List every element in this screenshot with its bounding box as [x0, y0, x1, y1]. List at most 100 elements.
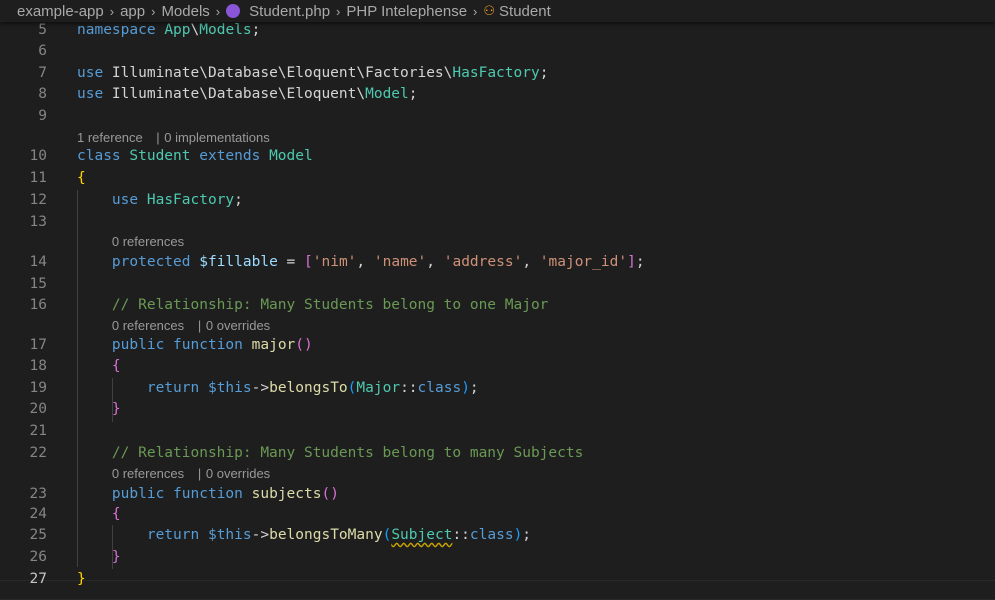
- code-line[interactable]: 11 {: [0, 168, 995, 189]
- code-token: ]: [627, 254, 636, 270]
- code-token: use: [77, 86, 104, 102]
- code-token: Model: [365, 86, 409, 102]
- code-lens-link[interactable]: 0 overrides: [206, 316, 270, 336]
- php-elephant-icon: [226, 4, 241, 18]
- chevron-right-icon: ›: [215, 3, 221, 19]
- code-token: 'major_id': [539, 254, 628, 270]
- breadcrumb-item-project[interactable]: example-app: [17, 3, 104, 20]
- code-token: $this: [207, 380, 252, 396]
- line-number: 21: [29, 423, 47, 439]
- line-number: 9: [38, 108, 47, 124]
- code-lens-link[interactable]: 0 references: [112, 464, 184, 484]
- code-line[interactable]: 19 return $this->belongsTo(Major::class)…: [0, 378, 995, 399]
- code-token: }: [77, 571, 86, 587]
- line-number: 18: [29, 358, 47, 374]
- code-lens-link[interactable]: 0 references: [112, 232, 184, 252]
- code-token: protected: [111, 254, 191, 270]
- code-token: subjects: [251, 486, 322, 502]
- code-token: major: [251, 337, 296, 353]
- code-line[interactable]: 10 class Student extends Model: [0, 146, 995, 167]
- code-token: $this: [207, 527, 252, 543]
- code-token: 'name': [373, 254, 427, 270]
- line-number: 17: [29, 337, 47, 353]
- code-line[interactable]: 12 use HasFactory;: [0, 190, 995, 211]
- code-token: public: [111, 337, 165, 353]
- code-line[interactable]: 26 }: [0, 547, 995, 568]
- breadcrumb: example-app › app › Models › Student.php…: [0, 0, 995, 22]
- code-token: ;: [469, 380, 479, 396]
- code-text: }: [77, 399, 121, 420]
- code-lens-link[interactable]: 0 implementations: [164, 128, 270, 148]
- code-text: public function major(): [77, 335, 313, 356]
- breadcrumb-item-file[interactable]: Student.php: [249, 3, 330, 20]
- breadcrumb-item-app[interactable]: app: [120, 3, 145, 20]
- code-token: (): [295, 337, 313, 353]
- code-token: ->: [251, 380, 270, 396]
- code-line[interactable]: 18 {: [0, 356, 995, 377]
- code-lens: 0 references | 0 overrides: [0, 464, 995, 484]
- code-token: return: [146, 380, 200, 396]
- code-line[interactable]: 9: [0, 106, 995, 127]
- code-line[interactable]: 14 protected $fillable = ['nim', 'name',…: [0, 252, 995, 273]
- code-line[interactable]: 17 public function major(): [0, 335, 995, 356]
- code-lens-link[interactable]: 1 reference: [77, 128, 143, 148]
- line-number: 8: [38, 86, 47, 102]
- code-token: 'nim': [312, 254, 357, 270]
- code-token: {: [111, 506, 121, 522]
- code-line[interactable]: 13: [0, 212, 995, 233]
- code-text: }: [77, 569, 86, 590]
- code-token: ): [513, 527, 523, 543]
- code-line[interactable]: 22 // Relationship: Many Students belong…: [0, 443, 995, 464]
- breadcrumb-item-models[interactable]: Models: [161, 3, 209, 20]
- code-line[interactable]: 15: [0, 274, 995, 295]
- code-token: 'address': [443, 254, 523, 270]
- line-number: 6: [38, 43, 47, 59]
- code-token: ,: [522, 254, 540, 270]
- code-text: {: [77, 168, 86, 189]
- code-line[interactable]: 5 namespace App\Models;: [0, 22, 995, 41]
- code-line[interactable]: 21: [0, 421, 995, 442]
- code-token: ): [461, 380, 470, 396]
- code-line[interactable]: 27}: [0, 569, 995, 590]
- code-line[interactable]: 8 use Illuminate\Database\Eloquent\Model;: [0, 84, 995, 105]
- code-editor[interactable]: 5 namespace App\Models; 6 7 use Illuminate\D…: [0, 22, 995, 600]
- code-text: namespace App\Models;: [77, 22, 260, 41]
- code-token: }: [111, 549, 121, 565]
- code-token: ,: [426, 254, 444, 270]
- code-text: return $this->belongsToMany(Subject::cla…: [77, 525, 531, 546]
- code-line[interactable]: 7 use Illuminate\Database\Eloquent\Factor…: [0, 63, 995, 84]
- line-number: 23: [29, 486, 47, 502]
- code-line[interactable]: 6: [0, 41, 995, 62]
- code-text: // Relationship: Many Students belong to…: [77, 295, 549, 316]
- code-token: Student: [129, 148, 191, 164]
- breadcrumb-item-symbol[interactable]: Student: [499, 3, 551, 20]
- breadcrumb-item-language-server[interactable]: PHP Intelephense: [346, 3, 467, 20]
- code-line[interactable]: 24 {: [0, 504, 995, 525]
- code-lens-link[interactable]: 0 overrides: [206, 464, 270, 484]
- code-line[interactable]: 16 // Relationship: Many Students belong…: [0, 295, 995, 316]
- code-token: return: [146, 527, 200, 543]
- line-number: 13: [29, 214, 47, 230]
- line-number: 7: [38, 65, 47, 81]
- code-line[interactable]: 25 return $this->belongsToMany(Subject::…: [0, 525, 995, 546]
- line-number: 5: [38, 22, 47, 38]
- code-token: class: [469, 527, 514, 543]
- code-line[interactable]: 20 }: [0, 399, 995, 420]
- code-token: // Relationship: Many Students belong to…: [111, 297, 549, 313]
- code-lens-link[interactable]: 0 references: [112, 316, 184, 336]
- code-line[interactable]: 23 public function subjects(): [0, 484, 995, 505]
- code-token: function: [173, 486, 243, 502]
- code-token: ;: [251, 22, 261, 38]
- code-token: ,: [356, 254, 374, 270]
- code-token: Illuminate\Database\Eloquent\Factories\: [103, 65, 453, 81]
- code-lens-separator: |: [156, 130, 160, 145]
